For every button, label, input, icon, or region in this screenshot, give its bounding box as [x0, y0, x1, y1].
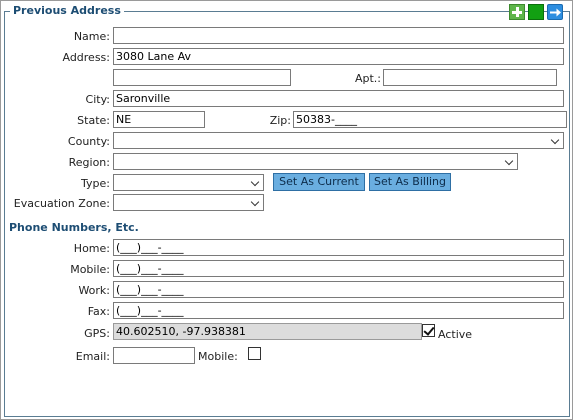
mobile-phone-label: Mobile:	[70, 263, 110, 276]
save-icon[interactable]	[528, 4, 544, 20]
apt-label: Apt.:	[354, 72, 381, 85]
county-label: County:	[67, 135, 110, 148]
state-label: State:	[77, 114, 110, 127]
evacuation-zone-select[interactable]	[113, 194, 264, 211]
set-as-billing-button[interactable]: Set As Billing	[369, 173, 451, 191]
active-label: Active	[438, 328, 473, 341]
plus-icon[interactable]	[509, 4, 525, 20]
work-phone-field[interactable]: (___)___-____	[113, 281, 564, 298]
email-label: Email:	[75, 350, 110, 363]
region-label: Region:	[68, 156, 110, 169]
gps-label: GPS:	[84, 327, 110, 340]
type-select[interactable]	[113, 174, 264, 191]
city-field[interactable]: Saronville	[113, 90, 564, 107]
name-field[interactable]	[113, 27, 564, 44]
evacuation-zone-label: Evacuation Zone:	[13, 197, 110, 210]
arrow-right-icon[interactable]	[547, 4, 563, 20]
mobile-phone-field[interactable]: (___)___-____	[113, 260, 564, 277]
address-panel: Previous Address Name: Address: 3080 Lan…	[0, 0, 573, 420]
fax-label: Fax:	[87, 305, 110, 318]
home-phone-label: Home:	[73, 242, 110, 255]
active-checkbox[interactable]	[422, 324, 435, 337]
phone-section-title: Phone Numbers, Etc.	[9, 221, 139, 234]
address-line2-field[interactable]	[113, 69, 291, 86]
address-line1-field[interactable]: 3080 Lane Av	[113, 48, 564, 65]
apt-field[interactable]	[383, 69, 557, 86]
email-mobile-checkbox[interactable]	[248, 347, 261, 360]
fax-field[interactable]: (___)___-____	[113, 302, 564, 319]
county-select[interactable]	[113, 132, 564, 149]
address-label: Address:	[62, 51, 110, 64]
home-phone-field[interactable]: (___)___-____	[113, 239, 564, 256]
gps-field: 40.602510, -97.938381	[113, 323, 422, 340]
section-title: Previous Address	[10, 4, 124, 18]
email-field[interactable]	[113, 347, 195, 364]
type-label: Type:	[81, 177, 110, 190]
name-label: Name:	[73, 30, 110, 43]
city-label: City:	[85, 93, 110, 106]
work-phone-label: Work:	[78, 284, 110, 297]
set-as-current-button[interactable]: Set As Current	[273, 173, 365, 191]
zip-field[interactable]: 50383-____	[293, 111, 567, 128]
region-select[interactable]	[113, 153, 518, 170]
email-mobile-label: Mobile:	[198, 350, 238, 363]
zip-label: Zip:	[269, 114, 291, 127]
state-field[interactable]: NE	[113, 111, 205, 128]
